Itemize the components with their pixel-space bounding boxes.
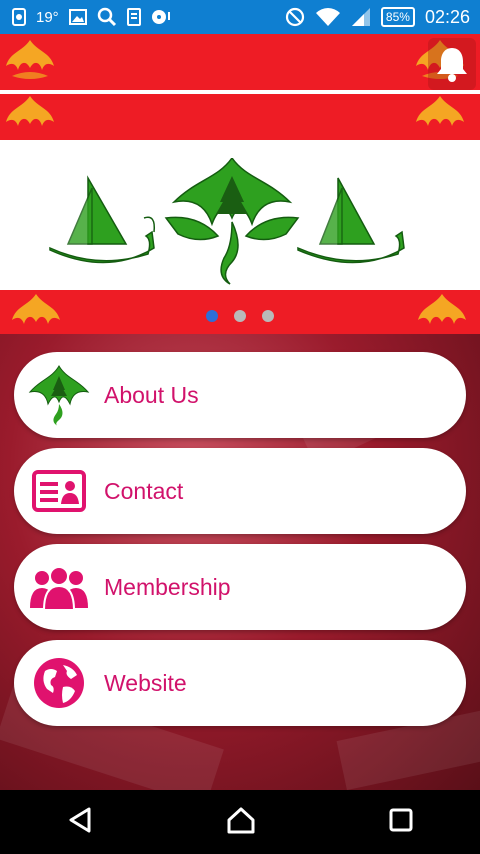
carousel-dot[interactable] (234, 310, 246, 322)
media-icon (151, 9, 171, 25)
recents-icon[interactable] (389, 808, 413, 837)
temperature-text: 19° (36, 8, 59, 26)
menu-item-label: About Us (104, 381, 199, 408)
contact-card-icon (32, 470, 86, 512)
flame-logo-icon (6, 96, 54, 126)
do-not-disturb-icon (285, 7, 305, 27)
flame-logo-icon (6, 40, 54, 79)
membership-button[interactable]: Membership (14, 544, 466, 630)
website-button[interactable]: Website (14, 640, 466, 726)
carousel-dot[interactable] (262, 310, 274, 322)
screen-record-icon (12, 8, 26, 26)
carousel-dot[interactable] (206, 310, 218, 322)
people-icon (30, 566, 88, 610)
contact-button[interactable]: Contact (14, 448, 466, 534)
green-emblem-image (49, 158, 405, 285)
search-icon (97, 7, 117, 27)
menu-item-label: Website (104, 669, 187, 696)
system-nav-bar (0, 790, 480, 854)
battery-indicator: 85% (380, 7, 415, 27)
wifi-icon (315, 7, 341, 27)
image-carousel[interactable] (0, 34, 480, 334)
emblem-icon (28, 365, 90, 426)
flame-logo-icon (416, 96, 464, 126)
red-stripe-top (0, 34, 480, 90)
image-icon (68, 9, 87, 25)
home-icon[interactable] (226, 806, 256, 839)
notification-bell-button[interactable] (428, 38, 476, 90)
red-stripe-middle (0, 94, 480, 140)
bell-icon (437, 48, 467, 82)
clock: 02:26 (424, 6, 470, 27)
menu-item-label: Membership (104, 573, 231, 600)
status-bar: 19° 85% 02:26 (0, 0, 480, 34)
globe-icon (34, 658, 84, 708)
document-icon (126, 8, 141, 26)
menu-background: About Us Contact Membership Website (0, 334, 480, 790)
carousel-indicator (0, 310, 480, 322)
signal-icon (351, 7, 371, 27)
about-us-button[interactable]: About Us (14, 352, 466, 438)
back-icon[interactable] (67, 806, 93, 839)
menu-item-label: Contact (104, 477, 184, 504)
